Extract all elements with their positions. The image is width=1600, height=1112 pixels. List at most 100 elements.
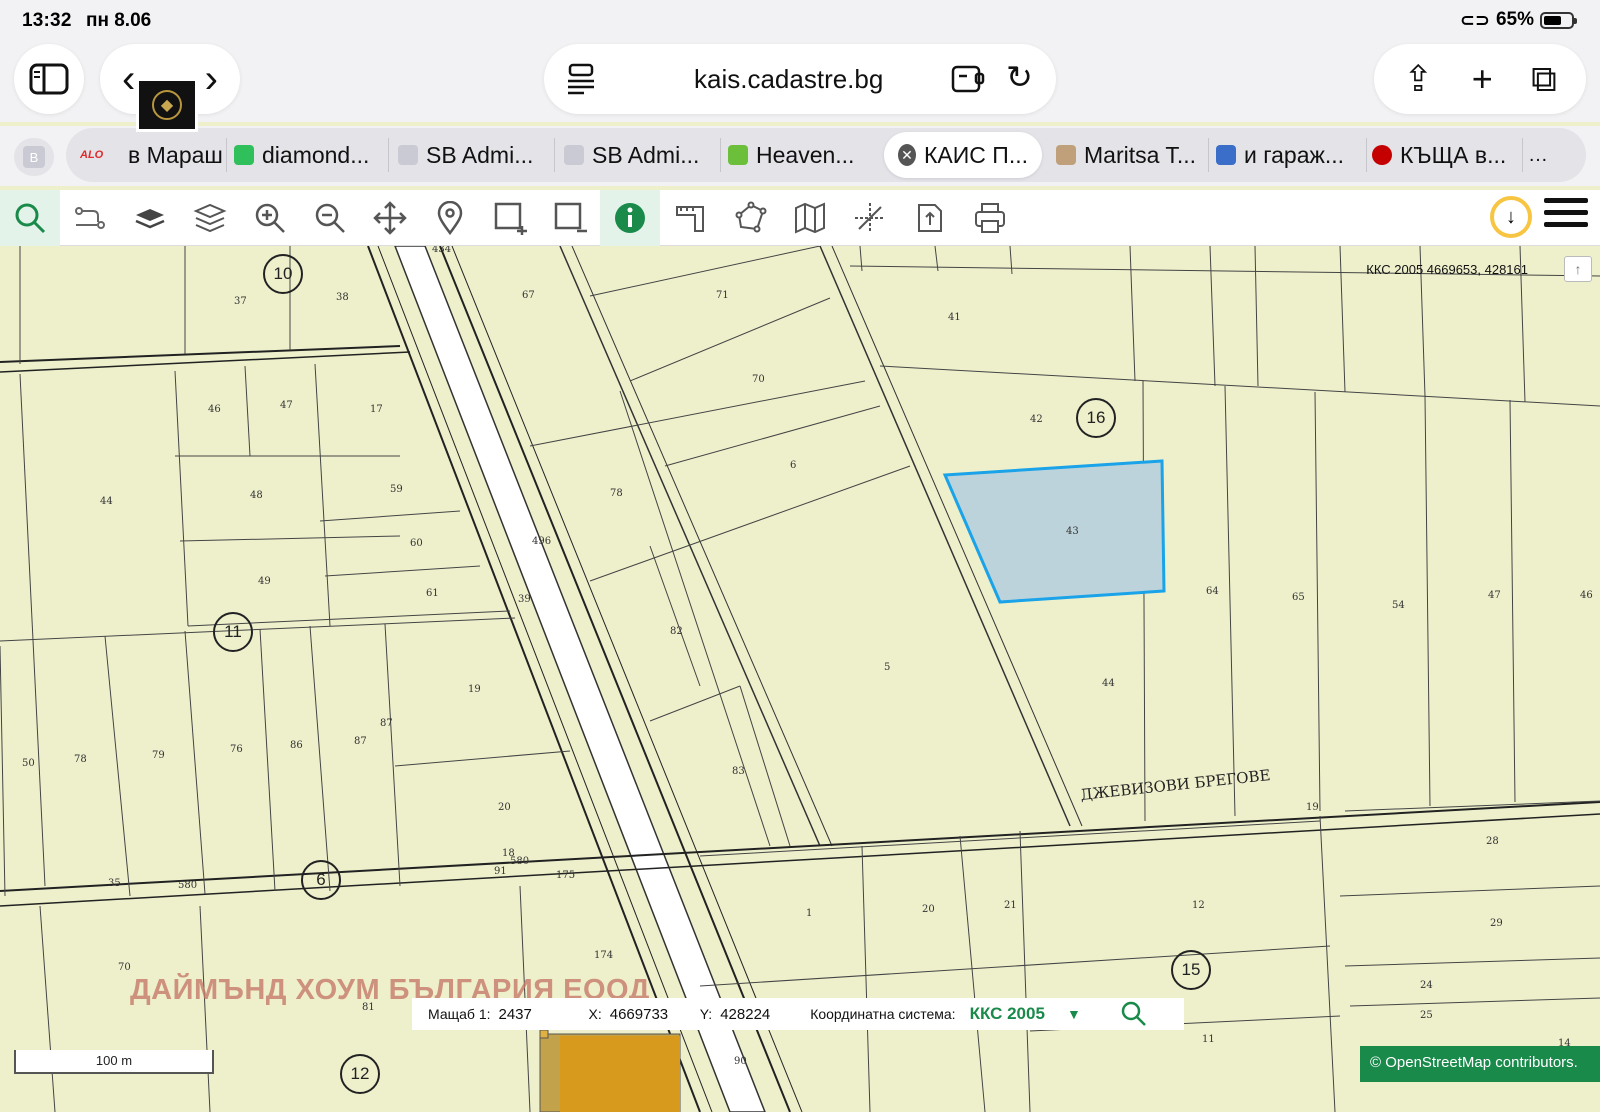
tab-alo[interactable]: ALO	[80, 132, 110, 178]
parcel-label: 70	[118, 962, 131, 973]
cadastral-map[interactable]: 37 38 434 67 71 41 46 47 17 70 42 44 48 …	[0, 246, 1600, 1112]
address-bar[interactable]: kais.cadastre.bg ↻	[544, 44, 1056, 114]
search-icon	[15, 203, 46, 234]
selected-parcel[interactable]	[942, 459, 1166, 604]
parcel-label: 174	[594, 950, 614, 961]
parcel-label: 580	[178, 880, 198, 891]
parcel-label: 83	[732, 766, 745, 777]
tabs-overview-icon[interactable]: ⧉	[1531, 58, 1557, 101]
b-favicon-icon	[398, 145, 418, 165]
parcel-label: 28	[1486, 836, 1499, 847]
zoom-out-button[interactable]	[300, 190, 360, 246]
parcel-label: 24	[1420, 980, 1433, 991]
print-button[interactable]	[960, 190, 1020, 246]
district-marker: 11	[213, 612, 253, 652]
building-favicon-icon	[1056, 145, 1076, 165]
parcel-label: 39	[518, 594, 531, 605]
tab-label: diamond...	[262, 141, 370, 168]
measure-button[interactable]	[660, 190, 720, 246]
layer-icon	[135, 209, 165, 229]
parcel-label: 47	[280, 400, 293, 411]
parcel-label: 86	[290, 740, 303, 751]
north-arrow-icon[interactable]: ↑	[1564, 256, 1592, 282]
sidebar-icon	[29, 63, 69, 95]
parcel-label: 38	[336, 292, 349, 303]
new-tab-icon[interactable]: +	[1472, 58, 1493, 100]
layer-tool-button[interactable]	[120, 190, 180, 246]
search-tool-button[interactable]	[0, 190, 60, 246]
x-input[interactable]: 4669733	[610, 1006, 686, 1023]
forward-button[interactable]: ›	[205, 59, 218, 99]
scale-label: Мащаб 1:	[428, 1006, 491, 1022]
parcel-label: 64	[1206, 586, 1219, 597]
coord-system-label: Координатна система:	[810, 1006, 956, 1022]
polygon-icon	[735, 201, 767, 233]
tab-3[interactable]: SB Admi...	[564, 132, 714, 178]
parcel-label: 87	[380, 718, 393, 729]
tab-1[interactable]: diamond...	[234, 132, 382, 178]
layers-tool-button[interactable]	[180, 190, 240, 246]
select-add-button[interactable]	[480, 190, 540, 246]
zoom-in-button[interactable]	[240, 190, 300, 246]
cursor-coordinates: ККС 2005 4669653, 428161	[1366, 262, 1528, 277]
coords-button[interactable]	[840, 190, 900, 246]
pan-button[interactable]	[360, 190, 420, 246]
scale-input[interactable]: 2437	[499, 1006, 575, 1023]
tab-6[interactable]: Maritsa T...	[1056, 132, 1204, 178]
close-tab-icon[interactable]: ✕	[898, 144, 917, 166]
extension-icon[interactable]	[950, 62, 986, 96]
parcel-label: 21	[1004, 900, 1017, 911]
tab-label: в Мараш	[128, 141, 223, 168]
zoom-in-icon	[255, 203, 285, 233]
share-icon[interactable]: ⇪	[1403, 58, 1433, 100]
reload-icon[interactable]: ↻	[1006, 58, 1033, 96]
map-view-button[interactable]	[780, 190, 840, 246]
export-icon	[918, 204, 942, 232]
y-input[interactable]: 428224	[720, 1006, 796, 1023]
tab-8[interactable]: КЪЩА в...	[1372, 132, 1518, 178]
parcel-label: 19	[1306, 802, 1319, 813]
info-button[interactable]	[600, 190, 660, 246]
tab-0[interactable]: в Мараш	[128, 132, 224, 178]
zoom-out-icon	[315, 203, 345, 233]
parcel-label: 29	[1490, 918, 1503, 929]
kais-toolbar: ↓	[0, 190, 1600, 246]
brand-favicon-icon	[1216, 145, 1236, 165]
osm-attribution[interactable]: © OpenStreetMap contributors.	[1360, 1046, 1600, 1082]
search-icon[interactable]	[1121, 1001, 1147, 1027]
tab-2[interactable]: SB Admi...	[398, 132, 548, 178]
select-remove-button[interactable]	[540, 190, 600, 246]
tab-4[interactable]: Heaven...	[728, 132, 874, 178]
map-icon	[795, 202, 825, 234]
district-marker: 12	[340, 1054, 380, 1094]
link-icon: ⊂⊃	[1459, 9, 1490, 30]
menu-button[interactable]	[1544, 198, 1588, 238]
tab-group-button[interactable]: B	[14, 138, 54, 176]
tab-label: Maritsa T...	[1084, 141, 1197, 168]
parcel-label: 35	[108, 878, 121, 889]
tab-strip: ALO в Мараш diamond... SB Admi... SB Adm…	[66, 128, 1586, 182]
browser-toolbar: ‹ › kais.cadastre.bg ↻ ⇪ + ⧉	[0, 40, 1600, 122]
tab-overflow[interactable]: …	[1528, 132, 1568, 178]
parcel-label: 71	[716, 290, 729, 301]
select-remove-icon	[554, 202, 587, 233]
site-logo: ◆	[136, 78, 198, 132]
route-tool-button[interactable]	[60, 190, 120, 246]
parcel-label: 70	[752, 374, 765, 385]
coord-system-select[interactable]: ККС 2005	[970, 1004, 1045, 1024]
tab-7[interactable]: и гараж...	[1216, 132, 1362, 178]
polygon-button[interactable]	[720, 190, 780, 246]
download-button[interactable]: ↓	[1490, 196, 1532, 238]
district-marker: 15	[1171, 950, 1211, 990]
export-button[interactable]	[900, 190, 960, 246]
browser-actions: ⇪ + ⧉	[1374, 44, 1586, 114]
parcel-label: 175	[556, 870, 576, 881]
tab-label: Heaven...	[756, 141, 855, 168]
sidebar-toggle-button[interactable]	[14, 44, 84, 114]
tab-label: КАИС П...	[924, 141, 1028, 168]
dropdown-arrow-icon[interactable]: ▼	[1067, 1006, 1081, 1022]
location-button[interactable]	[420, 190, 480, 246]
tab-5-active[interactable]: ✕ КАИС П...	[884, 132, 1042, 178]
reader-icon[interactable]	[566, 62, 596, 96]
back-button[interactable]: ‹	[122, 59, 135, 99]
